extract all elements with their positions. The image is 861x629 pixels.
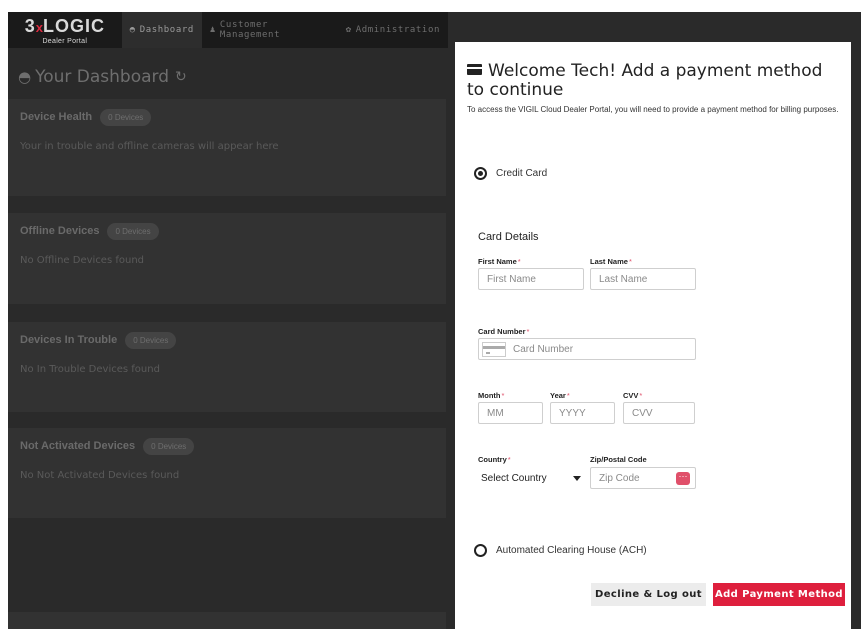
year-input[interactable]: YYYY [550,402,615,424]
card-not-activated-devices: Not Activated Devices 0 Devices No Not A… [8,428,446,518]
zip-label: Zip/Postal Code [590,455,647,464]
card-header: Device Health 0 Devices [8,99,446,135]
first-name-label: First Name* [478,257,521,266]
nav-administration[interactable]: ✿ Administration [338,12,448,48]
device-count-badge: 0 Devices [143,437,195,455]
ach-label: Automated Clearing House (ACH) [496,545,647,556]
first-name-input[interactable]: First Name [478,268,584,290]
ach-option[interactable]: Automated Clearing House (ACH) [474,544,647,557]
card-footer-strip [8,612,446,629]
add-payment-method-button[interactable]: Add Payment Method [713,583,845,606]
chevron-down-icon [573,475,581,481]
card-device-health: Device Health 0 Devices Your in trouble … [8,99,446,196]
card-number-input[interactable]: Card Number [478,338,696,360]
ach-radio[interactable] [474,544,487,557]
card-header: Offline Devices 0 Devices [8,213,446,249]
gear-icon: ✿ [345,25,352,35]
zip-input[interactable]: Zip Code ··· [590,467,696,489]
card-header: Devices In Trouble 0 Devices [8,322,446,358]
card-title: Device Health [20,111,93,123]
device-count-badge: 0 Devices [100,108,152,126]
page-title: ◓ Your Dashboard ↻ [18,67,187,87]
brand-logo[interactable]: 3xLOGIC Dealer Portal [8,12,122,48]
credit-card-radio[interactable] [474,167,487,180]
modal-title: Welcome Tech! Add a payment method to co… [467,62,842,100]
card-devices-in-trouble: Devices In Trouble 0 Devices No In Troub… [8,322,446,412]
card-message: No Offline Devices found [20,255,145,266]
year-label: Year* [550,391,570,400]
dashboard-gauge-icon: ◓ [129,25,136,35]
card-offline-devices: Offline Devices 0 Devices No Offline Dev… [8,213,446,304]
cvv-label: CVV* [623,391,643,400]
card-message: No In Trouble Devices found [20,364,160,375]
credit-card-option[interactable]: Credit Card [474,167,547,180]
country-select[interactable]: Select Country [478,467,584,489]
nav-customer-management[interactable]: ♟ Customer Management [202,12,338,48]
credit-card-icon [482,341,506,357]
logo-subtitle: Dealer Portal [42,37,88,45]
password-manager-icon[interactable]: ··· [676,472,690,485]
device-count-badge: 0 Devices [125,331,177,349]
logo-wordmark: 3xLOGIC [24,15,105,36]
nav-dashboard-label: Dashboard [139,25,194,35]
card-message: No Not Activated Devices found [20,470,180,481]
nav-dashboard[interactable]: ◓ Dashboard [121,12,202,48]
country-label: Country* [478,455,511,464]
page-title-text: Your Dashboard [35,67,170,87]
last-name-input[interactable]: Last Name [590,268,696,290]
card-title: Offline Devices [20,225,100,237]
modal-title-text: Welcome Tech! Add a payment method to co… [467,61,823,100]
refresh-icon[interactable]: ↻ [175,69,187,85]
card-header: Not Activated Devices 0 Devices [8,428,446,464]
credit-card-label: Credit Card [496,168,548,179]
card-title: Devices In Trouble [20,334,118,346]
card-number-label: Card Number* [478,327,530,336]
payment-method-modal: Welcome Tech! Add a payment method to co… [455,42,851,629]
card-details-heading: Card Details [478,231,539,243]
nav-customer-management-label: Customer Management [219,20,281,40]
nav-administration-label: Administration [355,25,440,35]
card-message: Your in trouble and offline cameras will… [20,141,279,152]
credit-card-icon [467,64,482,75]
modal-subtitle: To access the VIGIL Cloud Dealer Portal,… [467,105,839,114]
users-icon: ♟ [209,25,216,35]
card-title: Not Activated Devices [20,440,136,452]
last-name-label: Last Name* [590,257,632,266]
month-input[interactable]: MM [478,402,543,424]
top-navbar: 3xLOGIC Dealer Portal ◓ Dashboard ♟ Cust… [8,12,448,48]
device-count-badge: 0 Devices [107,222,159,240]
dashboard-gauge-icon: ◓ [18,68,32,86]
month-label: Month* [478,391,505,400]
cvv-input[interactable]: CVV [623,402,695,424]
decline-logout-button[interactable]: Decline & Log out [591,583,706,606]
